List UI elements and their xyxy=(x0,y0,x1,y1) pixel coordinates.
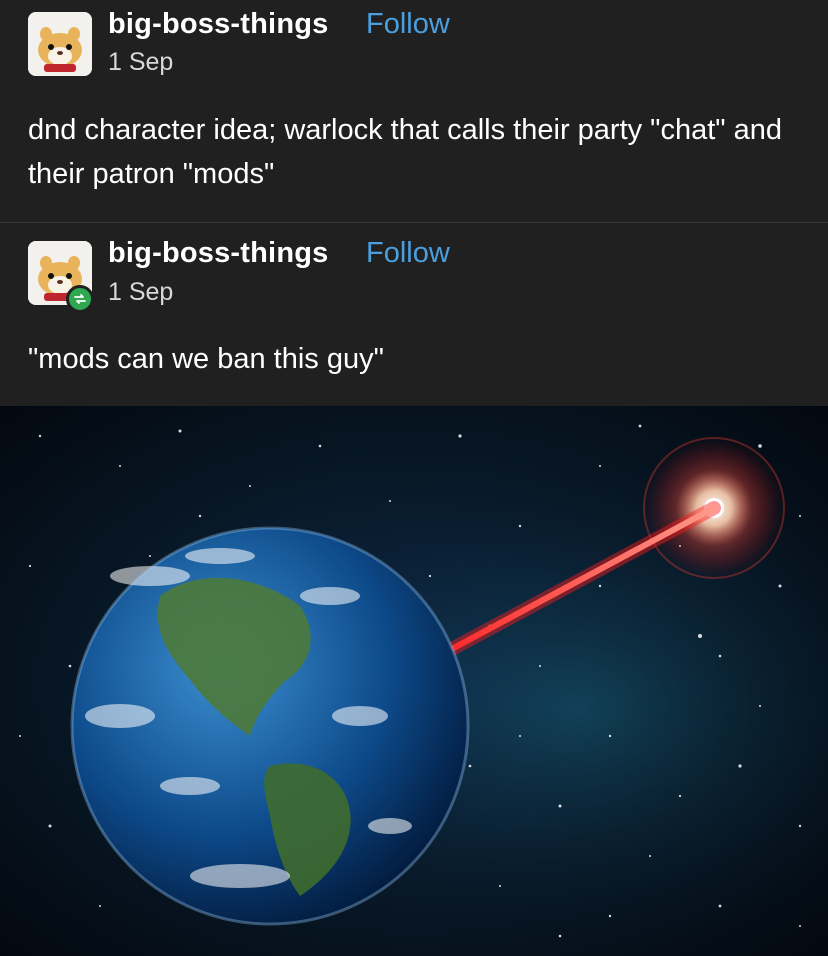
post-original: big-boss-things Follow 1 Sep dnd charact… xyxy=(0,0,828,222)
post-text: "mods can we ban this guy" xyxy=(28,343,384,375)
post-date[interactable]: 1 Sep xyxy=(108,278,173,307)
avatar[interactable] xyxy=(28,12,92,76)
username[interactable]: big-boss-things xyxy=(108,8,328,41)
post-text: dnd character idea; warlock that calls t… xyxy=(28,114,783,190)
follow-button[interactable]: Follow xyxy=(366,8,450,41)
post-reblog: big-boss-things Follow 1 Sep "mods can w… xyxy=(0,223,828,406)
earth-laser-icon xyxy=(0,406,828,956)
reblog-icon xyxy=(66,285,94,313)
username[interactable]: big-boss-things xyxy=(108,237,328,270)
post-date[interactable]: 1 Sep xyxy=(108,48,173,77)
follow-button[interactable]: Follow xyxy=(366,237,450,270)
hamster-avatar-icon xyxy=(28,12,92,76)
